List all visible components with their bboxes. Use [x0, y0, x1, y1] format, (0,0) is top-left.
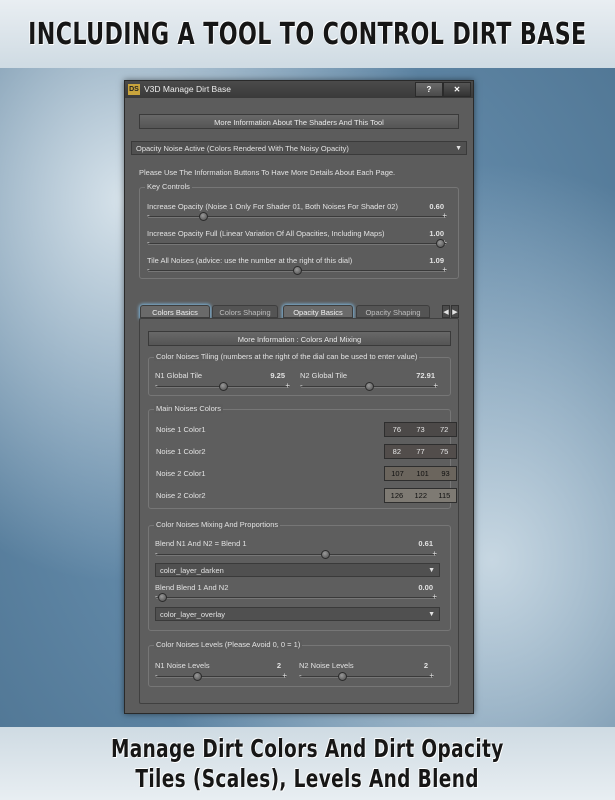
top-banner: INCLUDING A TOOL TO CONTROL DIRT BASE	[0, 0, 615, 68]
n2-noise-levels-value[interactable]: 2	[404, 661, 428, 670]
noise2-color2-swatch[interactable]: 126 122 115	[384, 488, 457, 503]
blend-2-mode-dropdown[interactable]: color_layer_overlay ▼	[155, 607, 440, 621]
n2-global-tile-value[interactable]: 72.91	[399, 371, 435, 380]
noise1-color2-label: Noise 1 Color2	[156, 447, 206, 456]
key-controls-title: Key Controls	[145, 182, 192, 191]
bottom-banner-line1: Manage Dirt Colors And Dirt Opacity	[111, 733, 504, 763]
noise2-color1-label: Noise 2 Color1	[156, 469, 206, 478]
noises-levels-group: Color Noises Levels (Please Avoid 0, 0 =…	[148, 640, 451, 687]
close-button[interactable]: ✕	[443, 82, 471, 97]
blend-1-slider[interactable]: - +	[155, 549, 437, 559]
tab-scroll-right-icon[interactable]: ▶	[451, 305, 459, 318]
help-button[interactable]: ?	[415, 82, 443, 97]
blend-2-value[interactable]: 0.00	[399, 583, 433, 592]
window-title: V3D Manage Dirt Base	[144, 84, 231, 94]
n2-global-tile-slider[interactable]: - +	[300, 381, 438, 391]
blend-2-slider[interactable]: - +	[155, 592, 437, 602]
chevron-down-icon: ▼	[428, 611, 435, 618]
tab-colors-shaping[interactable]: Colors Shaping	[212, 305, 278, 318]
increase-opacity-full-slider[interactable]: -+	[147, 238, 447, 248]
increase-opacity-slider[interactable]: - +	[147, 211, 447, 221]
n1-global-tile-label: N1 Global Tile	[155, 371, 203, 380]
n1-noise-levels-label: N1 Noise Levels	[155, 661, 210, 670]
increase-opacity-value[interactable]: 0.60	[410, 202, 444, 211]
slider-knob[interactable]	[338, 672, 348, 681]
colors-basics-panel: More Information : Colors And Mixing Col…	[139, 318, 459, 704]
noises-mixing-title: Color Noises Mixing And Proportions	[154, 520, 281, 529]
tile-all-noises-slider[interactable]: - +	[147, 265, 447, 275]
instructions-text: Please Use The Information Buttons To Ha…	[139, 168, 396, 177]
tile-all-noises-label: Tile All Noises (advice: use the number …	[147, 256, 353, 265]
noises-tiling-group: Color Noises Tiling (numbers at the righ…	[148, 352, 451, 396]
n2-noise-levels-slider[interactable]: - +	[299, 671, 434, 681]
top-banner-text: INCLUDING A TOOL TO CONTROL DIRT BASE	[28, 16, 587, 52]
noise2-color1-swatch[interactable]: 107 101 93	[384, 466, 457, 481]
bottom-banner-line2: Tiles (Scales), Levels And Blend	[135, 763, 480, 793]
noise1-color1-swatch[interactable]: 76 73 72	[384, 422, 457, 437]
main-noises-colors-title: Main Noises Colors	[154, 404, 224, 413]
slider-knob[interactable]	[193, 672, 203, 681]
noise1-color2-swatch[interactable]: 82 77 75	[384, 444, 457, 459]
more-info-shaders-button[interactable]: More Information About The Shaders And T…	[139, 114, 459, 129]
daz-logo-icon: DS	[128, 84, 140, 95]
slider-knob[interactable]	[436, 239, 445, 248]
bottom-banner: Manage Dirt Colors And Dirt Opacity Tile…	[0, 727, 615, 800]
n1-global-tile-value[interactable]: 9.25	[249, 371, 285, 380]
title-bar[interactable]: DS V3D Manage Dirt Base ? ✕	[125, 81, 473, 98]
blend-1-value[interactable]: 0.61	[399, 539, 433, 548]
noises-mixing-group: Color Noises Mixing And Proportions Blen…	[148, 520, 451, 631]
blend-1-label: Blend N1 And N2 = Blend 1	[155, 539, 247, 548]
blend-2-mode-value: color_layer_overlay	[160, 610, 226, 619]
blend-2-label: Blend Blend 1 And N2	[155, 583, 229, 592]
tab-colors-basics[interactable]: Colors Basics	[140, 305, 210, 318]
noise2-color2-label: Noise 2 Color2	[156, 491, 206, 500]
manage-dirt-base-window: DS V3D Manage Dirt Base ? ✕ More Informa…	[124, 80, 474, 714]
slider-knob[interactable]	[218, 382, 228, 391]
n2-global-tile-label: N2 Global Tile	[300, 371, 348, 380]
n1-noise-levels-value[interactable]: 2	[257, 661, 281, 670]
increase-opacity-label: Increase Opacity (Noise 1 Only For Shade…	[147, 202, 398, 211]
tab-scroll-left-icon[interactable]: ◀	[442, 305, 450, 318]
opacity-mode-value: Opacity Noise Active (Colors Rendered Wi…	[136, 144, 349, 153]
increase-opacity-full-value[interactable]: 1.00	[410, 229, 444, 238]
opacity-mode-dropdown[interactable]: Opacity Noise Active (Colors Rendered Wi…	[131, 141, 467, 155]
n1-noise-levels-slider[interactable]: - +	[155, 671, 287, 681]
increase-opacity-full-label: Increase Opacity Full (Linear Variation …	[147, 229, 385, 238]
noises-tiling-title: Color Noises Tiling (numbers at the righ…	[154, 352, 420, 361]
noises-levels-title: Color Noises Levels (Please Avoid 0, 0 =…	[154, 640, 303, 649]
noise1-color1-label: Noise 1 Color1	[156, 425, 206, 434]
slider-knob[interactable]	[321, 550, 331, 559]
more-info-colors-button[interactable]: More Information : Colors And Mixing	[148, 331, 451, 346]
tab-opacity-basics[interactable]: Opacity Basics	[283, 305, 353, 318]
blend-1-mode-value: color_layer_darken	[160, 566, 224, 575]
n2-noise-levels-label: N2 Noise Levels	[299, 661, 354, 670]
blend-1-mode-dropdown[interactable]: color_layer_darken ▼	[155, 563, 440, 577]
slider-knob[interactable]	[198, 212, 208, 221]
chevron-down-icon: ▼	[455, 145, 462, 152]
slider-knob[interactable]	[365, 382, 374, 391]
chevron-down-icon: ▼	[428, 567, 435, 574]
slider-knob[interactable]	[293, 266, 302, 275]
slider-knob[interactable]	[158, 593, 167, 602]
n1-global-tile-slider[interactable]: - +	[155, 381, 290, 391]
tile-all-noises-value[interactable]: 1.09	[410, 256, 444, 265]
key-controls-group: Key Controls Increase Opacity (Noise 1 O…	[139, 182, 459, 279]
tab-opacity-shaping[interactable]: Opacity Shaping	[356, 305, 430, 318]
